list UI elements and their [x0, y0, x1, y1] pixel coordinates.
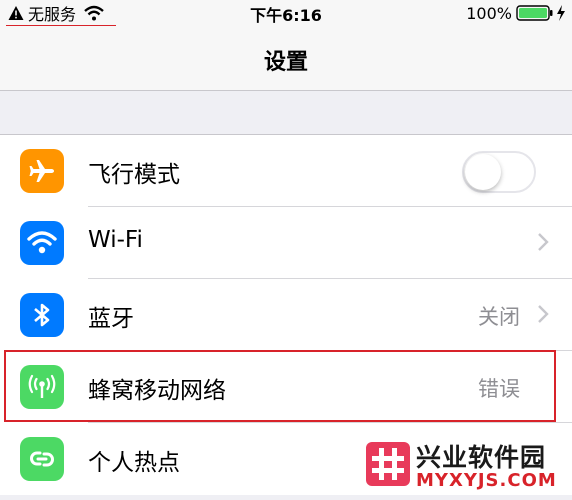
- wifi-icon: [20, 221, 64, 265]
- bluetooth-icon: [20, 293, 64, 337]
- wifi-label: Wi-Fi: [88, 227, 143, 253]
- airplane-mode-label: 飞行模式: [88, 162, 180, 188]
- chevron-right-icon: [538, 305, 549, 323]
- status-right: 100%: [466, 2, 566, 24]
- personal-hotspot-label: 个人热点: [88, 450, 180, 476]
- charging-icon: [557, 5, 565, 21]
- bluetooth-value: 关闭: [478, 305, 520, 329]
- watermark-name: 兴业软件园: [416, 443, 547, 472]
- hotspot-icon: [20, 437, 64, 481]
- settings-row-bluetooth[interactable]: 蓝牙 关闭: [0, 279, 572, 351]
- watermark: 兴业软件园 MYXYJS.COM: [366, 436, 566, 496]
- cellular-highlight-annotation: [4, 350, 556, 422]
- battery-icon: [516, 5, 553, 21]
- settings-row-wifi[interactable]: Wi-Fi: [0, 207, 572, 279]
- settings-row-airplane-mode[interactable]: 飞行模式: [0, 135, 572, 207]
- bluetooth-label: 蓝牙: [88, 306, 134, 332]
- status-bar: 无服务 下午6:16 100%: [0, 0, 572, 27]
- airplane-icon: [20, 149, 64, 193]
- battery-percent: 100%: [466, 3, 512, 23]
- airplane-mode-toggle[interactable]: [462, 151, 536, 193]
- page-title: 设置: [263, 50, 308, 75]
- watermark-site: MYXYJS.COM: [416, 470, 557, 491]
- chevron-right-icon: [538, 233, 549, 251]
- nav-bar: 设置: [0, 26, 572, 91]
- toggle-knob: [465, 154, 501, 190]
- hash-logo-icon: [366, 442, 410, 486]
